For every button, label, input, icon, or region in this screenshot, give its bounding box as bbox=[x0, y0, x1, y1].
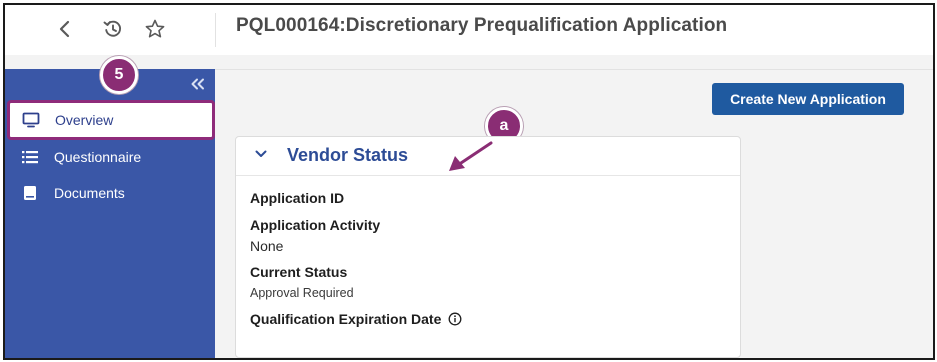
card-title: Vendor Status bbox=[287, 145, 409, 165]
sidebar-item-label: Overview bbox=[55, 112, 114, 128]
chevron-left-icon[interactable] bbox=[51, 15, 79, 43]
monitor-icon bbox=[21, 110, 41, 130]
double-chevron-left-icon[interactable] bbox=[191, 77, 205, 93]
sidebar-item-overview[interactable]: Overview bbox=[7, 100, 215, 140]
sidebar-item-questionnaire[interactable]: Questionnaire bbox=[9, 141, 213, 173]
sidebar-item-documents[interactable]: Documents bbox=[9, 177, 213, 209]
sidebar: Overview Questionnaire Documents bbox=[5, 69, 215, 358]
card-header[interactable]: Vendor Status bbox=[236, 137, 740, 176]
current-status-label: Current Status bbox=[250, 264, 348, 280]
application-id-label: Application ID bbox=[250, 190, 345, 206]
top-header: PQL000164:Discretionary Prequalification… bbox=[5, 5, 933, 55]
sidebar-item-label: Questionnaire bbox=[54, 149, 142, 165]
star-icon[interactable] bbox=[141, 15, 169, 43]
step-callout-badge: 5 bbox=[100, 56, 138, 94]
app-window: PQL000164:Discretionary Prequalification… bbox=[3, 3, 935, 360]
application-activity-label: Application Activity bbox=[250, 217, 381, 233]
vendor-status-card: Vendor Status Application ID Application… bbox=[235, 136, 741, 358]
sidebar-item-label: Documents bbox=[54, 185, 125, 201]
list-icon bbox=[20, 147, 40, 167]
qualification-expiration-date-label: Qualification Expiration Date bbox=[250, 311, 442, 327]
current-status-value: Approval Required bbox=[250, 286, 354, 300]
header-divider bbox=[215, 13, 216, 47]
chevron-down-icon[interactable] bbox=[254, 147, 268, 166]
qualification-expiration-date-row: Qualification Expiration Date bbox=[250, 311, 462, 329]
create-new-application-button[interactable]: Create New Application bbox=[712, 83, 904, 115]
page-title: PQL000164:Discretionary Prequalification… bbox=[236, 15, 728, 36]
info-icon[interactable] bbox=[448, 312, 462, 329]
history-icon[interactable] bbox=[99, 15, 127, 43]
book-icon bbox=[20, 183, 40, 203]
application-activity-value: None bbox=[250, 238, 284, 254]
